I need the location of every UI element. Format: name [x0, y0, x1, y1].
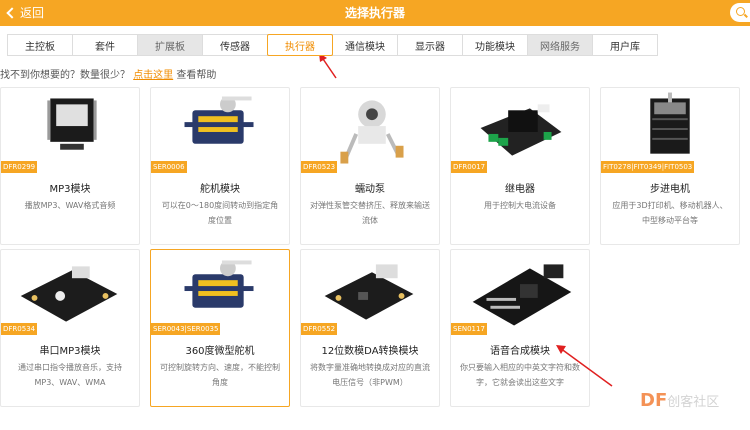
product-name: 12位数模DA转换模块 [321, 346, 419, 357]
category-tabs: 主控板 套件 扩展板 传感器 执行器 通信模块 显示器 功能模块 网络服务 用户… [7, 34, 658, 56]
product-description: 对弹性泵管交替挤压、释放来输送流体 [310, 201, 430, 225]
tab-expansion-board[interactable]: 扩展板 [137, 34, 203, 56]
product-description: 通过串口指令播放音乐，支持MP3、WAV、WMA [18, 363, 122, 387]
product-description: 将数字量准确地转换成对应的直流电压信号（非PWM） [310, 363, 430, 387]
product-name: 360度微型舵机 [185, 346, 255, 357]
product-card-mp3[interactable]: DFR0299 MP3模块 播放MP3、WAV格式音频 [0, 87, 140, 245]
tab-actuators[interactable]: 执行器 [267, 34, 333, 56]
hint-prefix: 找不到你想要的？数量很少？ [0, 70, 130, 81]
sku-badge: DFR0534 [1, 323, 38, 335]
tab-sensors[interactable]: 传感器 [202, 34, 268, 56]
tab-network-services[interactable]: 网络服务 [527, 34, 593, 56]
annotation-arrow-tab [319, 53, 337, 79]
annotation-arrow-card [556, 345, 613, 387]
product-name: 继电器 [505, 184, 535, 195]
watermark-text: 创客社区 [667, 395, 720, 410]
product-name: 串口MP3模块 [39, 346, 101, 357]
page-title: 选择执行器 [344, 6, 405, 20]
tab-function-modules[interactable]: 功能模块 [462, 34, 528, 56]
search-input[interactable] [730, 3, 750, 22]
product-card-stepper[interactable]: FIT0278|FIT0349|FIT0503 步进电机 应用于3D打印机、移动… [600, 87, 740, 245]
product-name: MP3模块 [49, 184, 91, 195]
sku-badge: FIT0278|FIT0349|FIT0503 [601, 161, 695, 173]
sku-badge: DFR0552 [301, 323, 338, 335]
product-card-dac[interactable]: DFR0552 12位数模DA转换模块 将数字量准确地转换成对应的直流电压信号（… [300, 249, 440, 407]
product-name: 蠕动泵 [355, 184, 385, 195]
product-card-relay[interactable]: DFR0017 继电器 用于控制大电流设备 [450, 87, 590, 245]
tab-user-library[interactable]: 用户库 [592, 34, 658, 56]
sku-badge: SEN0117 [451, 323, 487, 335]
product-description: 用于控制大电流设备 [484, 201, 556, 210]
product-card-360-servo[interactable]: SER0043|SER0035 360度微型舵机 可控制旋转方向、速度，不能控制… [150, 249, 290, 407]
product-name: 步进电机 [650, 184, 690, 195]
hint-suffix: 查看帮助 [176, 70, 217, 81]
product-description: 可以在0～180度间转动到指定角度位置 [161, 201, 279, 225]
product-card-pump[interactable]: DFR0523 蠕动泵 对弹性泵管交替挤压、释放来输送流体 [300, 87, 440, 245]
tab-displays[interactable]: 显示器 [397, 34, 463, 56]
product-description: 应用于3D打印机、移动机器人、中型移动平台等 [612, 201, 728, 225]
sku-badge: DFR0523 [301, 161, 338, 173]
sku-badge: SER0043|SER0035 [151, 323, 221, 335]
watermark: DF创客社区 [640, 390, 719, 411]
product-name: 舵机模块 [200, 184, 240, 195]
product-description: 可控制旋转方向、速度，不能控制角度 [160, 363, 280, 387]
sku-badge: DFR0299 [1, 161, 38, 173]
sku-badge: SER0006 [151, 161, 187, 173]
help-link[interactable]: 点击这里 [133, 70, 173, 81]
tab-kits[interactable]: 套件 [72, 34, 138, 56]
watermark-brand: DF [640, 390, 668, 411]
tab-main-board[interactable]: 主控板 [7, 34, 73, 56]
search-icon [736, 7, 745, 16]
product-card-serial-mp3[interactable]: DFR0534 串口MP3模块 通过串口指令播放音乐，支持MP3、WAV、WMA [0, 249, 140, 407]
help-hint: 找不到你想要的？数量很少？ 点击这里 查看帮助 [0, 66, 216, 81]
sku-badge: DFR0017 [451, 161, 488, 173]
product-description: 播放MP3、WAV格式音频 [24, 201, 116, 210]
product-card-servo[interactable]: SER0006 舵机模块 可以在0～180度间转动到指定角度位置 [150, 87, 290, 245]
top-bar: 返回 选择执行器 [0, 0, 750, 26]
